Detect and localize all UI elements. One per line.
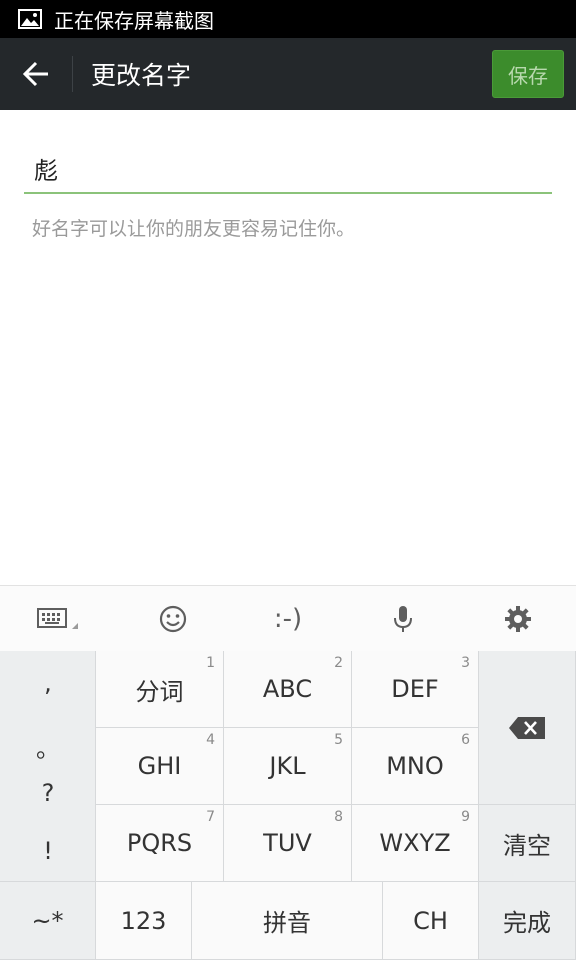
backspace-key[interactable] [479, 651, 576, 805]
keyboard-switch-button[interactable] [0, 586, 115, 651]
key-5[interactable]: JKL 5 [224, 728, 352, 805]
emoticon-button[interactable]: :-) [230, 586, 345, 651]
back-button[interactable] [0, 38, 72, 110]
key-label: 分词 [135, 677, 184, 706]
punct-question-key[interactable]: ? [0, 779, 96, 807]
key-4[interactable]: GHI 4 [96, 728, 224, 805]
key-number: 3 [461, 655, 470, 671]
clear-key[interactable]: 清空 [479, 805, 576, 882]
key-2[interactable]: ABC 2 [224, 651, 352, 728]
key-label: MNO [386, 752, 444, 780]
pinyin-space-key[interactable]: 拼音 [192, 882, 383, 960]
save-button[interactable]: 保存 [492, 50, 564, 98]
key-label: JKL [269, 752, 306, 780]
key-number: 8 [334, 809, 343, 825]
key-number: 1 [206, 655, 215, 671]
numbers-key[interactable]: 123 [96, 882, 192, 960]
key-3[interactable]: DEF 3 [352, 651, 479, 728]
key-label: GHI [137, 752, 182, 780]
arrow-left-icon [22, 61, 48, 87]
key-1[interactable]: 分词 1 [96, 651, 224, 728]
emoji-button[interactable] [115, 586, 230, 651]
key-7[interactable]: PQRS 7 [96, 805, 224, 882]
key-6[interactable]: MNO 6 [352, 728, 479, 805]
done-key[interactable]: 完成 [479, 882, 576, 960]
status-bar: 正在保存屏幕截图 [0, 0, 576, 38]
status-text: 正在保存屏幕截图 [54, 8, 214, 33]
punct-exclaim-key[interactable]: ! [0, 837, 96, 865]
key-number: 9 [461, 809, 470, 825]
symbols-key[interactable]: ~* [0, 882, 96, 960]
app-header: 更改名字 保存 [0, 38, 576, 110]
page-title: 更改名字 [91, 61, 192, 90]
key-number: 6 [461, 732, 470, 748]
microphone-icon [394, 605, 413, 632]
ime-keyboard: , 。 ? ! 分词 1 ABC 2 DEF 3 GHI 4 JKL 5 MNO… [0, 651, 576, 960]
name-input[interactable] [24, 146, 552, 190]
punct-comma-key[interactable]: , [0, 669, 96, 697]
punctuation-column[interactable]: , 。 ? ! [0, 651, 96, 882]
backspace-icon [509, 716, 545, 739]
key-number: 4 [206, 732, 215, 748]
key-number: 7 [206, 809, 215, 825]
key-number: 5 [334, 732, 343, 748]
key-label: WXYZ [379, 829, 451, 857]
name-field-wrapper [24, 146, 552, 194]
key-label: ABC [262, 675, 313, 703]
key-label: TUV [263, 829, 312, 857]
hint-text: 好名字可以让你的朋友更容易记住你。 [32, 218, 356, 240]
punct-period-key[interactable]: 。 [0, 729, 96, 764]
key-number: 2 [334, 655, 343, 671]
settings-button[interactable] [461, 586, 576, 651]
key-9[interactable]: WXYZ 9 [352, 805, 479, 882]
key-label: PQRS [126, 829, 193, 857]
voice-input-button[interactable] [346, 586, 461, 651]
emoji-icon [159, 605, 186, 632]
language-switch-key[interactable]: CH [383, 882, 479, 960]
keyboard-toolbar: :-) [0, 585, 576, 651]
header-divider [72, 56, 73, 92]
keyboard-icon [36, 607, 78, 629]
key-8[interactable]: TUV 8 [224, 805, 352, 882]
key-label: DEF [391, 675, 439, 703]
gear-icon [505, 605, 532, 632]
image-icon [18, 9, 42, 29]
